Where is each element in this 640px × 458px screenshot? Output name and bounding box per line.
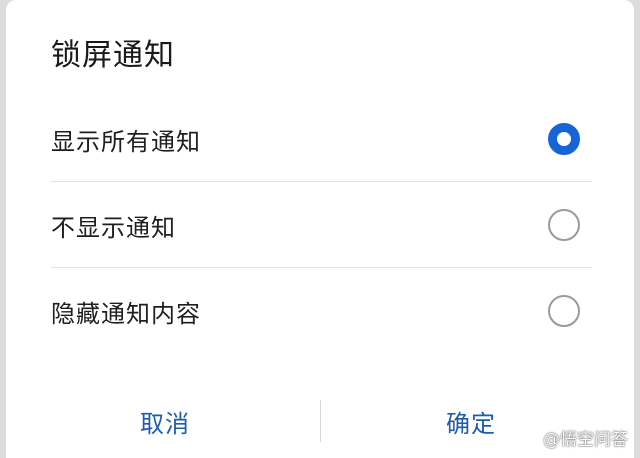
- option-label: 隐藏通知内容: [51, 299, 201, 328]
- action-separator: [320, 400, 321, 442]
- radio-unchecked-icon[interactable]: [548, 209, 580, 241]
- radio-checked-icon[interactable]: [548, 123, 580, 155]
- watermark-text: @悟空问答: [543, 430, 628, 450]
- wukong-logo-icon: [519, 428, 539, 447]
- lock-screen-notification-dialog: 锁屏通知 显示所有通知 不显示通知 隐藏通知内容 取消 确定: [6, 0, 634, 458]
- option-hide-notification-content[interactable]: 隐藏通知内容: [6, 268, 634, 354]
- cancel-button[interactable]: 取消: [140, 404, 190, 439]
- dialog-title: 锁屏通知: [51, 38, 175, 73]
- option-label: 不显示通知: [51, 213, 176, 242]
- option-hide-notifications[interactable]: 不显示通知: [6, 182, 634, 268]
- radio-unchecked-icon[interactable]: [548, 295, 580, 327]
- confirm-button[interactable]: 确定: [446, 404, 496, 439]
- option-show-all-notifications[interactable]: 显示所有通知: [6, 96, 634, 182]
- screen: 锁屏通知 显示所有通知 不显示通知 隐藏通知内容 取消 确定 @悟空问答: [0, 0, 640, 458]
- watermark: @悟空问答: [519, 425, 628, 450]
- option-label: 显示所有通知: [51, 127, 201, 156]
- option-list: 显示所有通知 不显示通知 隐藏通知内容: [6, 96, 634, 354]
